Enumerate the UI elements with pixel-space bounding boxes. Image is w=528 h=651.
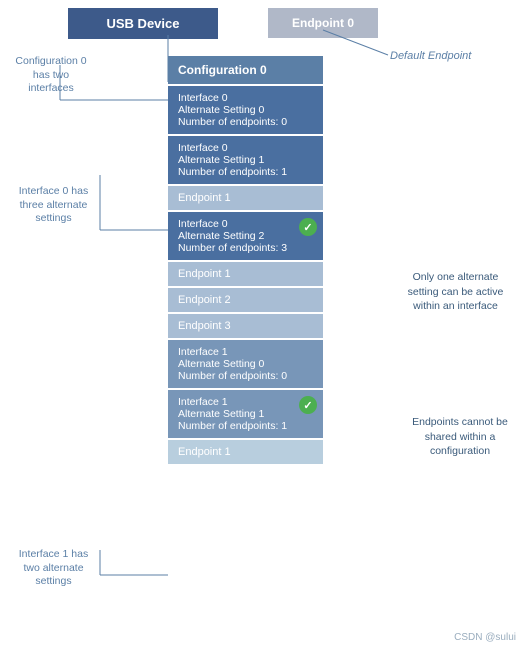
endpoint-if0-as2-ep2: Endpoint 2 bbox=[168, 288, 323, 312]
usb-device-header: USB Device bbox=[68, 8, 218, 39]
config0-label: Configuration 0 bbox=[178, 63, 267, 77]
if0-as2-line1: Interface 0 bbox=[178, 218, 313, 230]
config0-block: Configuration 0 bbox=[168, 56, 323, 84]
endpoint-if0-as1-ep1: Endpoint 1 bbox=[168, 186, 323, 210]
interface-if0-as2: Interface 0 Alternate Setting 2 Number o… bbox=[168, 212, 323, 260]
if0-as1-line1: Interface 0 bbox=[178, 142, 313, 154]
if0-as2-line2: Alternate Setting 2 bbox=[178, 230, 313, 242]
if0-as0-line2: Alternate Setting 0 bbox=[178, 104, 313, 116]
main-column: Configuration 0 Interface 0 Alternate Se… bbox=[168, 56, 323, 466]
if0-as2-line3: Number of endpoints: 3 bbox=[178, 242, 313, 254]
endpoint0-header: Endpoint 0 bbox=[268, 8, 378, 38]
endpoint-if0-as2-ep3: Endpoint 3 bbox=[168, 314, 323, 338]
endpoint-if0-as2-ep1: Endpoint 1 bbox=[168, 262, 323, 286]
interface-if1-as1: Interface 1 Alternate Setting 1 Number o… bbox=[168, 390, 323, 438]
if0-as1-line3: Number of endpoints: 1 bbox=[178, 166, 313, 178]
active-checkmark-if0-as2: ✓ bbox=[299, 218, 317, 236]
annotation-config0-interfaces: Configuration 0has twointerfaces bbox=[6, 55, 96, 96]
interface-if0-as0: Interface 0 Alternate Setting 0 Number o… bbox=[168, 86, 323, 134]
active-checkmark-if1-as1: ✓ bbox=[299, 396, 317, 414]
if1-as0-line1: Interface 1 bbox=[178, 346, 313, 358]
endpoint0-label: Endpoint 0 bbox=[292, 16, 354, 30]
if1-as1-line3: Number of endpoints: 1 bbox=[178, 420, 313, 432]
if0-as0-line1: Interface 0 bbox=[178, 92, 313, 104]
annotation-if0-settings: Interface 0 hasthree alternatesettings bbox=[6, 185, 101, 226]
usb-device-label: USB Device bbox=[107, 16, 180, 31]
if1-as0-line2: Alternate Setting 0 bbox=[178, 358, 313, 370]
annotation-endpoints-shared: Endpoints cannot beshared within aconfig… bbox=[400, 415, 520, 459]
endpoint-if1-as1-ep1: Endpoint 1 bbox=[168, 440, 323, 464]
if1-as1-line1: Interface 1 bbox=[178, 396, 313, 408]
footer-credit: CSDN @sului bbox=[454, 632, 516, 643]
if0-as0-line3: Number of endpoints: 0 bbox=[178, 116, 313, 128]
annotation-one-alternate: Only one alternatesetting can be activew… bbox=[398, 270, 513, 314]
if0-as1-line2: Alternate Setting 1 bbox=[178, 154, 313, 166]
annotation-if1-settings: Interface 1 hastwo alternatesettings bbox=[6, 548, 101, 589]
interface-if0-as1: Interface 0 Alternate Setting 1 Number o… bbox=[168, 136, 323, 184]
interface-if1-as0: Interface 1 Alternate Setting 0 Number o… bbox=[168, 340, 323, 388]
default-endpoint-label: Default Endpoint bbox=[390, 50, 471, 62]
if1-as0-line3: Number of endpoints: 0 bbox=[178, 370, 313, 382]
if1-as1-line2: Alternate Setting 1 bbox=[178, 408, 313, 420]
